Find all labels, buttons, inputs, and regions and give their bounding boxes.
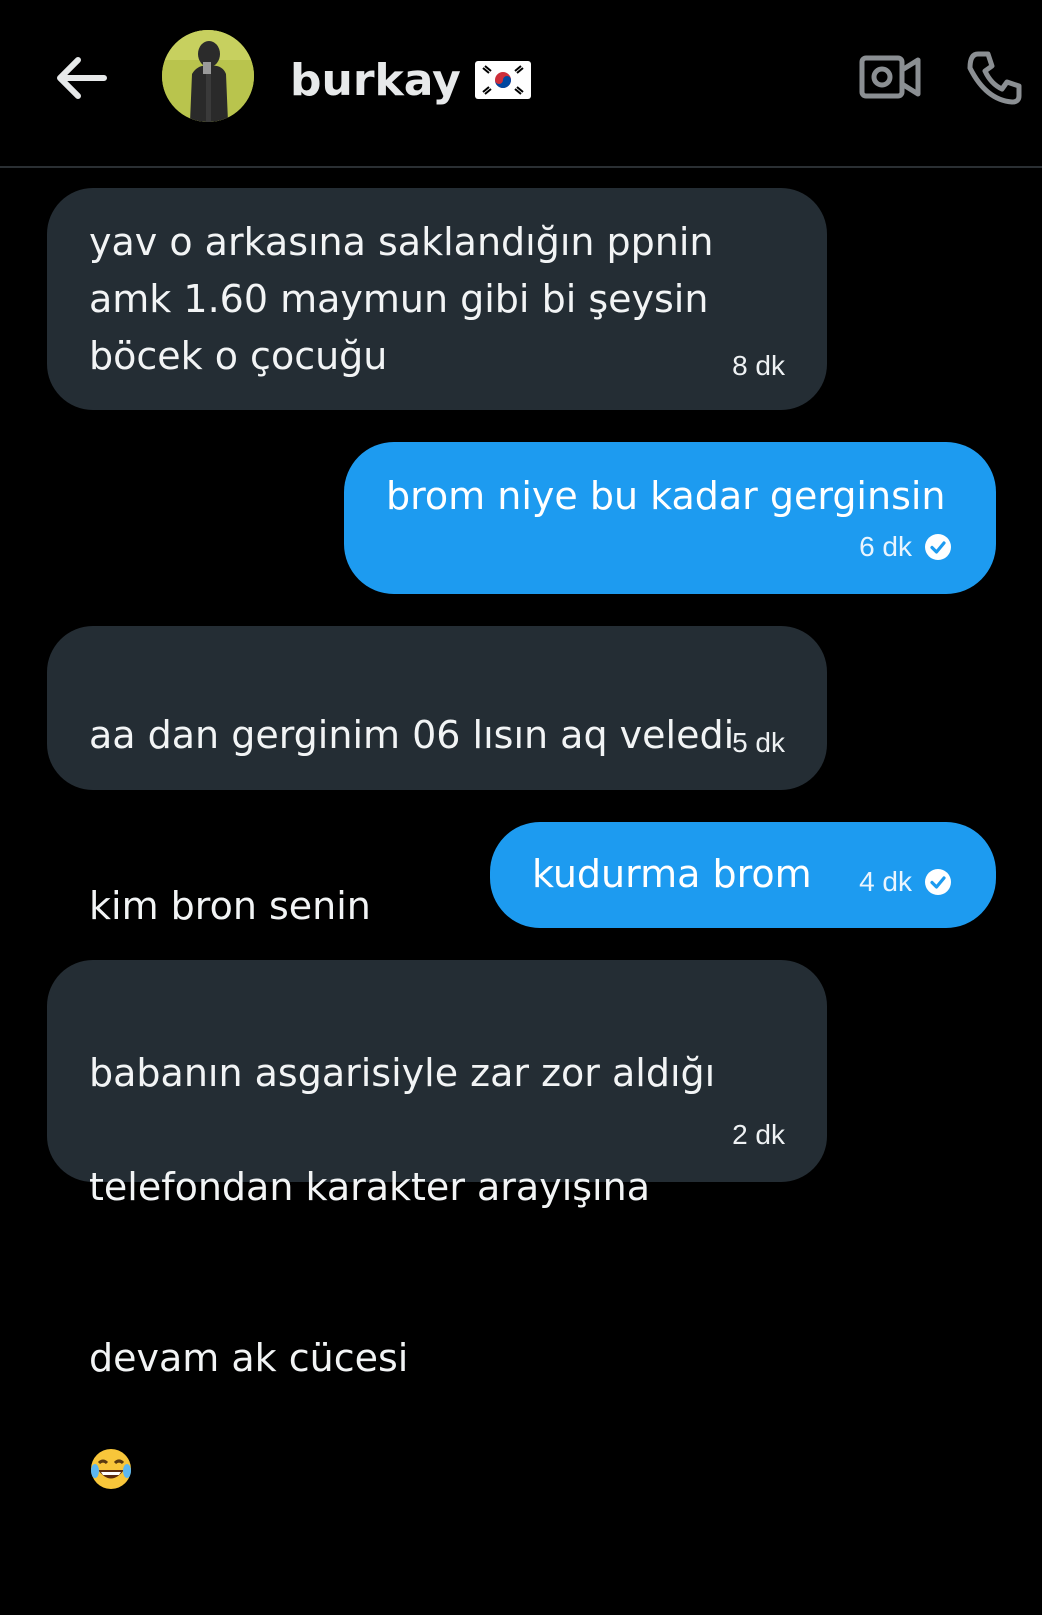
message-line-text: kim bron senin [89, 884, 371, 928]
video-camera-icon [859, 55, 921, 99]
received-message[interactable]: yav o arkasına saklandığın ppnin amk 1.6… [47, 188, 827, 410]
message-line: aa dan gerginim 06 lısın aq veledi [89, 713, 735, 757]
message-line: babanın asgarisiyle zar zor aldığı [89, 1051, 716, 1095]
message-line-text: devam ak cücesi [89, 1336, 409, 1380]
south-korea-flag-icon [474, 61, 531, 99]
message-time: 4 dk [859, 865, 952, 899]
tears-of-joy-emoji-icon [91, 1449, 131, 1489]
message-time-text: 6 dk [859, 531, 912, 562]
voice-call-button[interactable] [964, 48, 1024, 106]
message-text: brom niye bu kadar gerginsin [386, 474, 946, 518]
back-button[interactable] [50, 50, 114, 106]
message-time: 5 dk [732, 726, 785, 760]
arrow-left-icon [57, 57, 107, 99]
sent-message[interactable]: brom niye bu kadar gerginsin 6 dk [344, 442, 996, 594]
message-line: telefondan karakter arayışına [89, 1165, 650, 1209]
phone-icon [967, 51, 1022, 105]
message-text: kudurma brom [532, 852, 812, 896]
received-message[interactable]: aa dan gerginim 06 lısın aq veledi kim b… [47, 626, 827, 1037]
message-time-text: 2 dk [732, 1119, 785, 1150]
video-call-button[interactable] [858, 52, 924, 102]
message-time-text: 5 dk [732, 727, 785, 758]
contact-avatar[interactable] [162, 30, 254, 122]
message-time: 2 dk [732, 1118, 785, 1152]
message-text: yav o arkasına saklandığın ppnin amk 1.6… [89, 220, 714, 378]
emoji-sequence [89, 1449, 135, 1494]
message-time: 6 dk [859, 530, 952, 564]
sent-message[interactable]: kudurma brom 4 dk [490, 822, 996, 928]
received-message[interactable]: babanın asgarisiyle zar zor aldığı telef… [47, 960, 827, 1489]
message-time-text: 4 dk [859, 866, 912, 897]
read-check-icon [925, 534, 951, 560]
message-text: babanın asgarisiyle zar zor aldığı telef… [89, 988, 809, 1615]
contact-title[interactable]: burkay [290, 50, 531, 110]
chat-header: burkay [0, 0, 1042, 168]
read-check-icon [925, 869, 951, 895]
message-time-text: 8 dk [732, 350, 785, 381]
avatar-image [162, 30, 254, 122]
message-line-with-emoji: devam ak cücesi [89, 1273, 809, 1558]
message-time: 8 dk [732, 349, 785, 383]
contact-name: burkay [290, 54, 461, 106]
